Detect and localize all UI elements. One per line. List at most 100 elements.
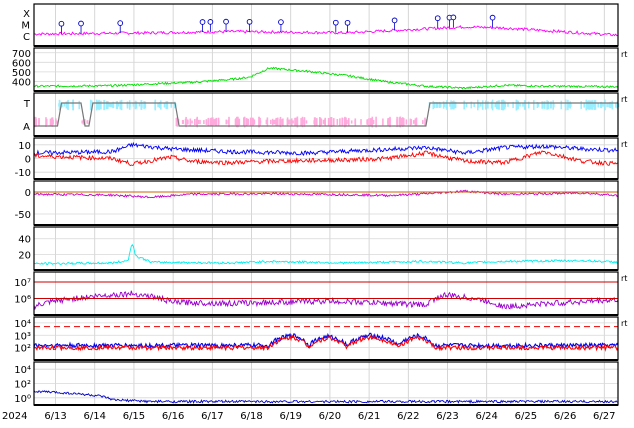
flare-event-marker	[58, 20, 65, 27]
sector-sample-T	[463, 100, 465, 110]
sector-sample-A	[207, 117, 210, 126]
panel-right-label: rt	[621, 140, 627, 149]
sector-sample-A	[313, 117, 316, 127]
sector-sample-A	[422, 120, 424, 124]
sector-sample-A	[175, 117, 178, 127]
y-tick-label: 20	[18, 250, 31, 261]
sector-sample-A	[212, 117, 214, 127]
sector-sample-A	[282, 118, 284, 126]
sector-sample-A	[324, 117, 326, 127]
sector-sample-A	[86, 120, 89, 124]
y-category-label: X	[23, 9, 30, 20]
sector-sample-A	[336, 119, 339, 125]
sector-sample-A	[300, 118, 302, 126]
sector-sample-A	[410, 119, 413, 125]
y-category-label: A	[23, 122, 30, 133]
sector-sample-A	[402, 117, 404, 127]
sector-sample-A	[243, 117, 245, 127]
sector-sample-T	[519, 103, 521, 107]
y-tick-label: 10⁰	[14, 394, 31, 405]
y-tick-label: 10⁶	[14, 294, 31, 305]
sector-sample-T	[537, 103, 540, 107]
sector-sample-T	[580, 101, 582, 109]
x-tick-label: 6/22	[397, 411, 419, 422]
panel-bg	[34, 93, 618, 136]
sector-sample-T	[591, 100, 594, 110]
sector-sample-A	[294, 117, 296, 127]
flare-event-marker	[199, 19, 206, 25]
sector-sample-A	[51, 119, 53, 125]
sector-sample-T	[454, 103, 457, 107]
sector-sample-A	[266, 117, 269, 127]
sector-sample-T	[522, 103, 524, 107]
sector-sample-A	[296, 118, 298, 126]
sector-sample-A	[259, 117, 261, 127]
sector-sample-A	[203, 120, 205, 124]
sector-sample-A	[247, 118, 249, 126]
sector-sample-A	[214, 118, 217, 126]
sector-sample-T	[166, 101, 169, 109]
panel-solar-wind-speed: rt	[33, 47, 627, 92]
sector-sample-T	[515, 99, 518, 111]
flare-event-marker	[246, 18, 253, 25]
sector-sample-T	[95, 99, 98, 111]
x-axis-year-label: 2024	[2, 411, 27, 422]
x-tick-label: 6/14	[84, 411, 106, 422]
y-category-label: M	[21, 21, 30, 32]
sector-sample-T	[588, 100, 591, 110]
sector-sample-A	[333, 118, 335, 126]
sector-sample-A	[249, 117, 252, 127]
sector-sample-T	[560, 100, 563, 110]
sector-sample-A	[369, 118, 372, 126]
sector-sample-A	[187, 120, 189, 124]
panel-dst-index	[33, 180, 619, 226]
sector-sample-T	[98, 99, 100, 111]
y-tick-label: 600	[12, 58, 31, 69]
y-tick-label: 10³	[14, 331, 31, 342]
sector-sample-T	[128, 100, 131, 110]
y-tick-label: 0	[25, 188, 31, 199]
sector-sample-T	[594, 100, 597, 110]
sector-sample-A	[238, 118, 241, 126]
flare-event-marker	[344, 19, 351, 26]
sector-sample-A	[227, 119, 230, 125]
panel-imf-sector: rt	[33, 92, 627, 137]
x-tick-label: 6/13	[44, 411, 66, 422]
sector-sample-A	[245, 118, 248, 126]
sector-sample-A	[316, 118, 318, 126]
panel-bg	[34, 227, 618, 270]
panel-flare-class	[33, 3, 619, 47]
x-tick-label: 6/19	[279, 411, 301, 422]
sector-sample-T	[498, 100, 500, 110]
sector-sample-A	[252, 119, 255, 125]
sector-sample-T	[541, 101, 543, 109]
sector-sample-A	[303, 117, 306, 127]
sector-sample-A	[360, 119, 362, 125]
x-tick-label: 6/18	[240, 411, 262, 422]
x-tick-label: 6/15	[123, 411, 145, 422]
sector-sample-T	[100, 100, 102, 110]
sector-sample-A	[38, 118, 40, 127]
sector-sample-A	[275, 117, 277, 127]
flare-event-marker	[278, 19, 284, 25]
sector-sample-T	[432, 100, 435, 110]
flare-event-marker	[434, 15, 441, 22]
sector-sample-A	[415, 119, 417, 125]
x-tick-label: 6/20	[319, 411, 341, 422]
sector-sample-A	[181, 120, 184, 124]
sector-sample-A	[354, 118, 357, 126]
y-category-label: T	[23, 99, 31, 110]
sector-sample-A	[279, 118, 281, 126]
sector-sample-A	[45, 118, 48, 126]
panel-imf-components: rt	[33, 137, 627, 180]
panel-bg	[34, 181, 618, 225]
sector-sample-T	[78, 100, 81, 110]
sector-sample-T	[450, 100, 452, 110]
space-weather-stack: X M Crt 400 500 600 700 rt T Art -10 0 10 -50 0 20 40 rt 1…	[0, 0, 634, 424]
sector-sample-T	[119, 100, 122, 110]
sector-sample-A	[205, 119, 208, 125]
y-tick-label: 10⁷	[14, 278, 31, 289]
flare-event-marker	[450, 14, 457, 21]
sector-sample-A	[305, 120, 308, 124]
sector-sample-A	[322, 120, 325, 124]
